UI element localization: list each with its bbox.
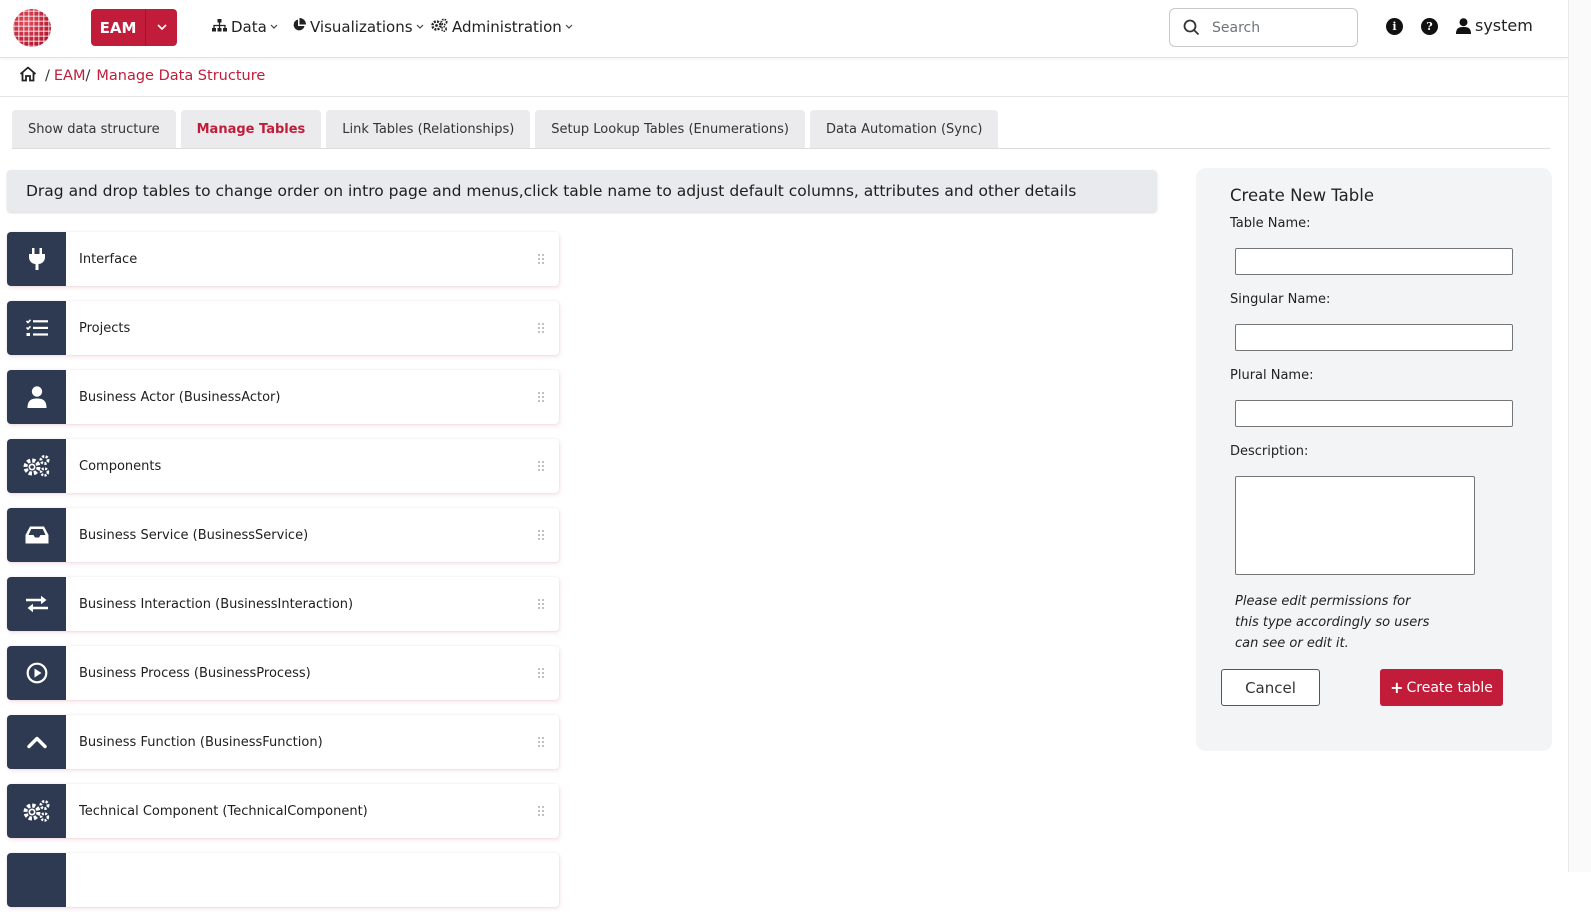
table-name[interactable]: Components [79, 459, 161, 474]
app-logo-icon[interactable] [13, 9, 51, 47]
user-icon [7, 370, 66, 424]
create-table-panel: Create New Table Table Name: Singular Na… [1196, 168, 1552, 751]
user-name: system [1475, 16, 1533, 35]
drag-handle-icon[interactable] [537, 526, 545, 541]
description-label: Description: [1230, 444, 1309, 459]
tab-bar: Show data structure Manage Tables Link T… [12, 110, 999, 148]
pie-chart-icon [292, 18, 306, 36]
breadcrumb-separator: / [45, 68, 50, 84]
drag-handle-icon[interactable] [537, 319, 545, 334]
chevron-down-icon [565, 22, 573, 32]
create-table-label: Create table [1406, 679, 1493, 696]
user-menu[interactable]: system [1456, 16, 1533, 35]
breadcrumb-separator: / [85, 68, 91, 84]
play-circle-icon [7, 646, 66, 700]
table-name[interactable]: Interface [79, 252, 137, 267]
tab-link-tables[interactable]: Link Tables (Relationships) [326, 110, 531, 148]
help-icon[interactable]: ? [1421, 18, 1438, 35]
cogs-icon [7, 784, 66, 838]
cogs-icon [7, 439, 66, 493]
tab-manage-tables[interactable]: Manage Tables [180, 110, 322, 148]
permissions-note: Please edit permissions for this type ac… [1235, 594, 1430, 651]
home-icon[interactable] [19, 66, 37, 86]
drag-handle-icon[interactable] [537, 595, 545, 610]
drag-handle-icon[interactable] [537, 802, 545, 817]
tasks-icon [7, 301, 66, 355]
search-icon [1183, 19, 1200, 36]
exchange-icon [7, 577, 66, 631]
table-name[interactable]: Business Service (BusinessService) [79, 528, 308, 543]
create-table-button[interactable]: + Create table [1380, 669, 1503, 706]
menu-administration-label: Administration [452, 18, 562, 36]
table-list: Interface Projects Business Actor (Busin… [7, 232, 559, 922]
table-item[interactable]: Components [7, 439, 559, 493]
menu-data[interactable]: Data [212, 18, 278, 36]
eam-button[interactable]: EAM [91, 9, 145, 46]
page-scrollbar[interactable] [1568, 0, 1591, 872]
drag-handle-icon[interactable] [537, 733, 545, 748]
chevron-up-icon [7, 715, 66, 769]
drag-handle-icon[interactable] [537, 457, 545, 472]
instructions-banner: Drag and drop tables to change order on … [7, 170, 1157, 212]
table-icon [7, 853, 66, 907]
table-item[interactable]: Technical Component (TechnicalComponent) [7, 784, 559, 838]
table-name[interactable]: Business Interaction (BusinessInteractio… [79, 597, 353, 612]
search-input[interactable] [1212, 17, 1352, 39]
chevron-down-icon [270, 22, 278, 32]
tab-show-data-structure[interactable]: Show data structure [12, 110, 176, 148]
table-item[interactable]: Projects [7, 301, 559, 355]
divider [0, 96, 1568, 97]
drag-handle-icon[interactable] [537, 388, 545, 403]
singular-name-label: Singular Name: [1230, 292, 1331, 307]
tab-lookup-tables[interactable]: Setup Lookup Tables (Enumerations) [535, 110, 805, 148]
table-item[interactable]: Business Function (BusinessFunction) [7, 715, 559, 769]
breadcrumb-eam[interactable]: EAM [54, 68, 86, 84]
user-icon [1456, 17, 1471, 34]
cancel-button[interactable]: Cancel [1221, 669, 1320, 706]
search-box [1169, 8, 1358, 47]
cogs-icon [431, 18, 448, 36]
top-navbar: EAM Data Visualizations Administration S… [0, 0, 1568, 58]
drag-handle-icon[interactable] [537, 250, 545, 265]
table-name-label: Table Name: [1230, 216, 1311, 231]
chevron-down-icon [156, 21, 167, 34]
table-item[interactable]: Interface [7, 232, 559, 286]
table-item-partial[interactable] [7, 853, 559, 907]
table-item[interactable]: Business Service (BusinessService) [7, 508, 559, 562]
table-name-field[interactable] [1235, 248, 1513, 275]
menu-visualizations-label: Visualizations [310, 18, 413, 36]
inbox-icon [7, 508, 66, 562]
menu-administration[interactable]: Administration [431, 18, 573, 36]
breadcrumb: / EAM / Manage Data Structure [19, 66, 265, 86]
sitemap-icon [212, 18, 227, 36]
divider [12, 148, 1550, 149]
description-field[interactable] [1235, 476, 1475, 575]
menu-data-label: Data [231, 18, 267, 36]
table-item[interactable]: Business Interaction (BusinessInteractio… [7, 577, 559, 631]
table-name[interactable]: Business Function (BusinessFunction) [79, 735, 323, 750]
plural-name-label: Plural Name: [1230, 368, 1314, 383]
plug-icon [7, 232, 66, 286]
panel-title: Create New Table [1230, 186, 1374, 205]
singular-name-field[interactable] [1235, 324, 1513, 351]
table-item[interactable]: Business Actor (BusinessActor) [7, 370, 559, 424]
info-icon[interactable]: i [1386, 18, 1403, 35]
breadcrumb-current: Manage Data Structure [96, 68, 266, 84]
tab-data-automation[interactable]: Data Automation (Sync) [809, 110, 999, 148]
drag-handle-icon[interactable] [537, 664, 545, 679]
plural-name-field[interactable] [1235, 400, 1513, 427]
table-name[interactable]: Projects [79, 321, 130, 336]
plus-icon: + [1390, 678, 1404, 697]
table-name[interactable]: Business Process (BusinessProcess) [79, 666, 311, 681]
app-switcher: EAM [91, 9, 177, 46]
table-item[interactable]: Business Process (BusinessProcess) [7, 646, 559, 700]
table-name[interactable]: Business Actor (BusinessActor) [79, 390, 280, 405]
table-name[interactable]: Technical Component (TechnicalComponent) [79, 804, 368, 819]
chevron-down-icon [416, 22, 424, 32]
eam-dropdown-toggle[interactable] [145, 9, 177, 46]
menu-visualizations[interactable]: Visualizations [292, 18, 424, 36]
